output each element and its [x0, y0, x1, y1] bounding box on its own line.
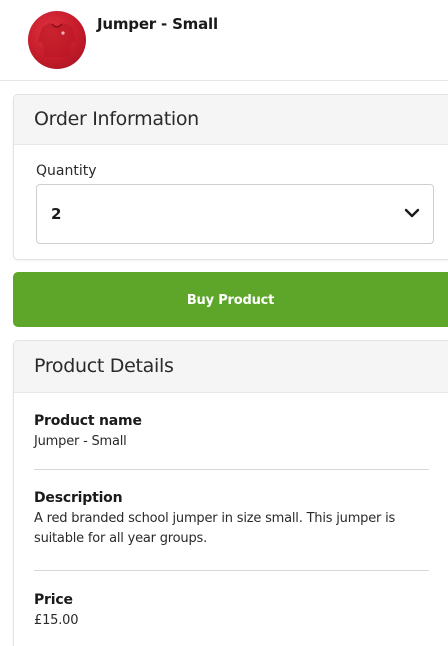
- jumper-image-icon: [38, 23, 76, 57]
- product-header: Jumper - Small: [0, 0, 448, 80]
- product-title: Jumper - Small: [97, 15, 218, 33]
- product-details-card: Product Details Product name Jumper - Sm…: [13, 340, 448, 646]
- order-information-header: Order Information: [14, 95, 448, 145]
- description-value: A red branded school jumper in size smal…: [34, 511, 396, 546]
- quantity-label: Quantity: [36, 163, 97, 179]
- order-information-title: Order Information: [34, 108, 199, 130]
- header-divider: [0, 80, 448, 81]
- product-name-label: Product name: [34, 413, 142, 429]
- product-name-section: Product name Jumper - Small: [34, 413, 432, 452]
- divider: [34, 469, 429, 470]
- description-section: Description A red branded school jumper …: [34, 490, 432, 549]
- product-details-header: Product Details: [14, 341, 448, 393]
- description-label: Description: [34, 490, 123, 506]
- quantity-selected-value: 2: [51, 205, 62, 223]
- product-name-value: Jumper - Small: [34, 434, 127, 449]
- product-details-title: Product Details: [34, 355, 174, 377]
- order-information-card: Order Information Quantity 2: [13, 94, 448, 260]
- price-label: Price: [34, 592, 73, 608]
- quantity-select[interactable]: 2: [36, 184, 434, 244]
- chevron-down-icon: [404, 208, 420, 218]
- product-thumbnail: [28, 11, 86, 69]
- price-section: Price £15.00: [34, 592, 432, 631]
- buy-product-button[interactable]: Buy Product: [13, 272, 448, 327]
- price-value: £15.00: [34, 613, 79, 628]
- divider: [34, 570, 429, 571]
